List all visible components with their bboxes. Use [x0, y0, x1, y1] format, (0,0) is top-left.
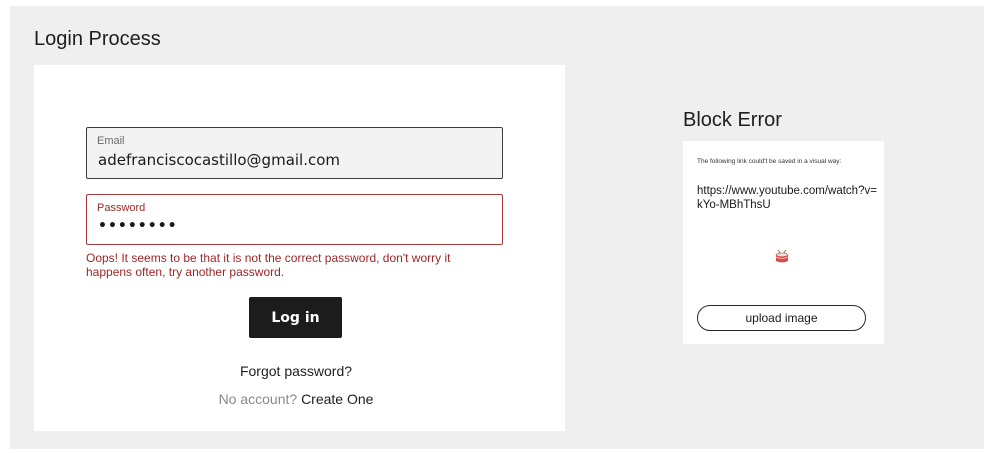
no-account-text: No account?	[218, 391, 298, 407]
password-error-message: Oops! It seems to be that it is not the …	[86, 251, 451, 279]
no-account-row: No account? Create One	[34, 391, 558, 407]
password-value[interactable]: ••••••••	[98, 218, 178, 234]
forgot-password-row: Forgot password?	[34, 363, 558, 379]
canvas: Login Process Email adefranciscocastillo…	[10, 6, 984, 449]
password-field[interactable]: Password ••••••••	[86, 194, 503, 245]
forgot-password-link[interactable]: Forgot password?	[240, 363, 352, 379]
login-button[interactable]: Log in	[249, 297, 342, 338]
email-field[interactable]: Email adefranciscocastillo@gmail.com	[86, 127, 503, 179]
upload-image-button[interactable]: upload image	[697, 305, 866, 331]
password-label: Password	[97, 202, 146, 214]
create-account-link[interactable]: Create One	[301, 391, 373, 407]
block-error-description: The following link could't be saved in a…	[697, 158, 842, 165]
block-error-card: The following link could't be saved in a…	[683, 141, 884, 344]
email-value[interactable]: adefranciscocastillo@gmail.com	[98, 151, 340, 169]
drum-icon	[775, 249, 789, 263]
block-error-title: Block Error	[683, 109, 782, 131]
block-error-url: https://www.youtube.com/watch?v=kYo-MBhT…	[697, 185, 877, 211]
login-section-title: Login Process	[34, 28, 161, 50]
email-label: Email	[97, 135, 125, 147]
login-card: Email adefranciscocastillo@gmail.com Pas…	[34, 65, 565, 431]
